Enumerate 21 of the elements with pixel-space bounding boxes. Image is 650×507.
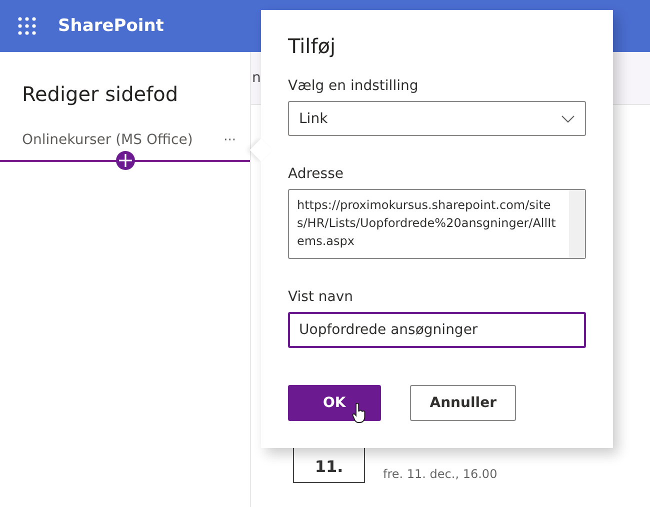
event-date: fre. 11. dec., 16.00 xyxy=(383,467,498,483)
cancel-button[interactable]: Annuller xyxy=(410,385,516,421)
option-dropdown[interactable]: Link xyxy=(288,101,586,136)
address-field[interactable]: https://proximokursus.sharepoint.com/sites/HR/Lists/Uopfordrede%20ansgninger/AllItems.aspx xyxy=(288,189,586,259)
more-button[interactable]: ··· xyxy=(224,132,236,148)
display-name-field[interactable]: Uopfordrede ansøgninger xyxy=(288,312,586,348)
dialog-title: Tilføj xyxy=(288,34,337,58)
field-label: Vælg en indstilling xyxy=(288,78,420,94)
panel-title: Rediger sidefod xyxy=(21,81,180,106)
tab-label: n xyxy=(251,70,261,86)
app-launcher-icon[interactable] xyxy=(18,17,36,35)
field-label: Adresse xyxy=(288,166,344,182)
field-label: Vist navn xyxy=(288,289,354,305)
ok-button[interactable]: OK xyxy=(288,385,381,421)
add-button[interactable] xyxy=(116,151,135,170)
hand-cursor-icon xyxy=(352,403,366,423)
plus-icon xyxy=(119,154,132,167)
scrollbar[interactable] xyxy=(569,190,585,258)
chevron-down-icon xyxy=(561,114,575,122)
app-name[interactable]: SharePoint xyxy=(58,16,164,36)
footer-link-item[interactable]: Onlinekurser (MS Office) xyxy=(22,132,193,148)
